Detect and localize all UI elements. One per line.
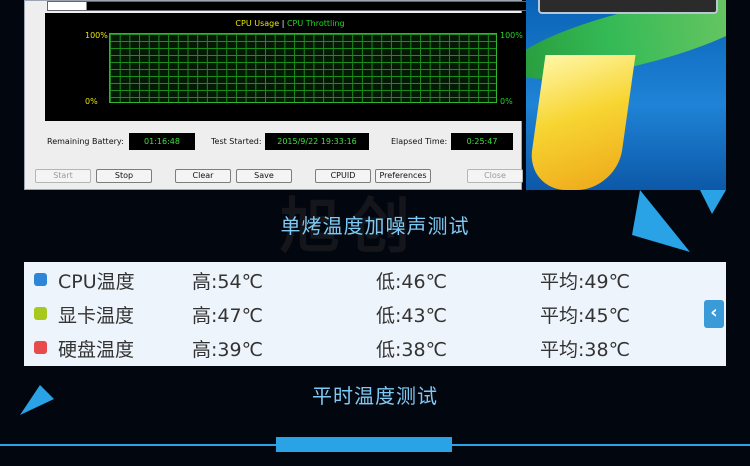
gpu-swatch-icon bbox=[34, 307, 47, 320]
temp-name: CPU温度 bbox=[58, 271, 135, 293]
decorative-triangle-right bbox=[632, 190, 726, 252]
temp-low: 低:38℃ bbox=[376, 339, 447, 361]
temp-high: 高:47℃ bbox=[192, 305, 263, 327]
preferences-button[interactable]: Preferences bbox=[375, 169, 431, 183]
save-button[interactable]: Save bbox=[236, 169, 292, 183]
clear-button[interactable]: Clear bbox=[175, 169, 231, 183]
desktop-background bbox=[526, 0, 726, 190]
temperature-panel: CPU温度 高:54℃ 低:46℃ 平均:49℃ 显卡温度 高:47℃ 低:43… bbox=[24, 262, 726, 366]
desktop-gadget bbox=[538, 0, 718, 14]
stats-row: Remaining Battery: 01:16:48 Test Started… bbox=[47, 133, 517, 151]
temp-row-gpu: 显卡温度 高:47℃ 低:43℃ 平均:45℃ bbox=[24, 296, 726, 330]
remaining-battery-value: 01:16:48 bbox=[129, 133, 195, 150]
stress-test-window: CPU Usage | CPU Throttling 100% 0% 100% … bbox=[24, 0, 537, 190]
legend-cpu-throttling: CPU Throttling bbox=[286, 19, 345, 28]
start-button[interactable]: Start bbox=[35, 169, 91, 183]
chevron-left-icon[interactable]: ‹ bbox=[704, 300, 724, 328]
temp-low: 低:43℃ bbox=[376, 305, 447, 327]
elapsed-time-label: Elapsed Time: bbox=[391, 137, 448, 146]
normal-temp-caption: 平时温度测试 bbox=[312, 384, 438, 408]
temp-high: 高:54℃ bbox=[192, 271, 263, 293]
elapsed-time-value: 0:25:47 bbox=[451, 133, 513, 150]
left-axis-bottom: 0% bbox=[85, 97, 98, 106]
decorative-triangle-left bbox=[20, 385, 54, 415]
close-button[interactable]: Close bbox=[467, 169, 523, 183]
legend-cpu-usage: CPU Usage bbox=[235, 19, 280, 28]
temp-avg: 平均:49℃ bbox=[540, 271, 630, 293]
temp-high: 高:39℃ bbox=[192, 339, 263, 361]
cpu-swatch-icon bbox=[34, 273, 47, 286]
temp-avg: 平均:45℃ bbox=[540, 305, 630, 327]
right-axis-bottom: 0% bbox=[500, 97, 513, 106]
test-started-value: 2015/9/22 19:33:16 bbox=[265, 133, 369, 150]
temp-low: 低:46℃ bbox=[376, 271, 447, 293]
graph-grid bbox=[109, 33, 497, 103]
temp-row-disk: 硬盘温度 高:39℃ 低:38℃ 平均:38℃ bbox=[24, 330, 726, 364]
stop-button[interactable]: Stop bbox=[96, 169, 152, 183]
graph-checkbox-area bbox=[48, 2, 87, 10]
right-axis-top: 100% bbox=[500, 31, 523, 40]
legend-separator: | bbox=[281, 19, 285, 28]
desktop-glow bbox=[526, 55, 636, 190]
disk-swatch-icon bbox=[34, 341, 47, 354]
temp-name: 硬盘温度 bbox=[58, 339, 135, 361]
graph-legend: CPU Usage | CPU Throttling bbox=[45, 19, 535, 28]
cpuid-button[interactable]: CPUID bbox=[315, 169, 371, 183]
temp-row-cpu: CPU温度 高:54℃ 低:46℃ 平均:49℃ bbox=[24, 262, 726, 296]
remaining-battery-label: Remaining Battery: bbox=[47, 137, 124, 146]
temperature-graph-partial bbox=[47, 1, 537, 11]
footer-bar bbox=[276, 437, 452, 452]
temp-name: 显卡温度 bbox=[58, 305, 135, 327]
test-started-label: Test Started: bbox=[211, 137, 262, 146]
left-axis-top: 100% bbox=[85, 31, 108, 40]
cpu-usage-graph: CPU Usage | CPU Throttling 100% 0% 100% … bbox=[45, 13, 535, 121]
temp-avg: 平均:38℃ bbox=[540, 339, 630, 361]
